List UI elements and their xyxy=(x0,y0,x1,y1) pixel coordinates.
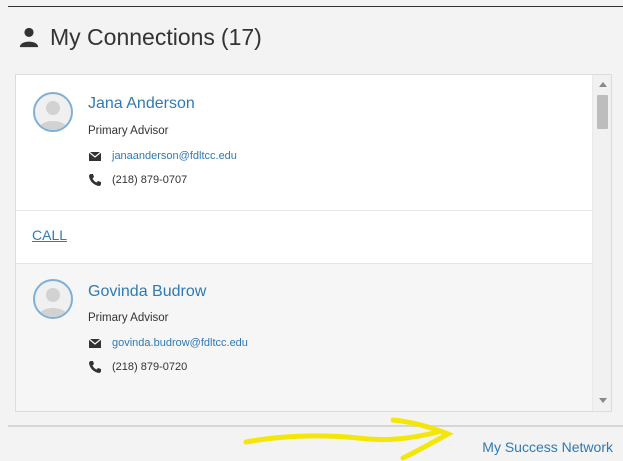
email-row: janaanderson@fdltcc.edu xyxy=(88,149,237,163)
person-icon xyxy=(18,26,40,48)
connections-panel: Jana Anderson Primary Advisor janaanders… xyxy=(15,74,612,412)
connections-list: Jana Anderson Primary Advisor janaanders… xyxy=(16,75,593,411)
phone-number: (218) 879-0707 xyxy=(112,174,188,186)
my-success-network-link[interactable]: My Success Network xyxy=(482,439,613,455)
connections-count: (17) xyxy=(220,23,262,50)
phone-icon xyxy=(88,360,102,374)
phone-row: (218) 879-0720 xyxy=(88,360,187,374)
call-row: CALL xyxy=(16,211,593,263)
connection-name[interactable]: Govinda Budrow xyxy=(88,283,206,301)
connection-name[interactable]: Jana Anderson xyxy=(88,95,195,113)
scroll-up-icon[interactable] xyxy=(599,82,607,87)
top-divider xyxy=(8,6,623,7)
avatar xyxy=(33,92,73,132)
connection-card: Govinda Budrow Primary Advisor govinda.b… xyxy=(16,263,593,411)
email-row: govinda.budrow@fdltcc.edu xyxy=(88,336,248,350)
mail-icon xyxy=(88,149,102,163)
phone-row: (218) 879-0707 xyxy=(88,173,187,187)
scroll-down-icon[interactable] xyxy=(599,398,607,403)
page-title: My Connections (17) xyxy=(50,23,262,50)
call-button[interactable]: CALL xyxy=(32,227,67,243)
phone-icon xyxy=(88,173,102,187)
scrollbar-thumb[interactable] xyxy=(597,95,608,129)
connection-role: Primary Advisor xyxy=(88,125,169,137)
mail-icon xyxy=(88,336,102,350)
connections-header: My Connections (17) xyxy=(18,22,262,52)
avatar xyxy=(33,279,73,319)
vertical-scrollbar[interactable] xyxy=(592,75,611,411)
email-link[interactable]: govinda.budrow@fdltcc.edu xyxy=(112,337,248,349)
highlight-arrow-annotation xyxy=(243,417,454,461)
phone-number: (218) 879-0720 xyxy=(112,361,188,373)
email-link[interactable]: janaanderson@fdltcc.edu xyxy=(112,150,237,162)
connection-card: Jana Anderson Primary Advisor janaanders… xyxy=(16,75,593,211)
connection-role: Primary Advisor xyxy=(88,312,169,324)
